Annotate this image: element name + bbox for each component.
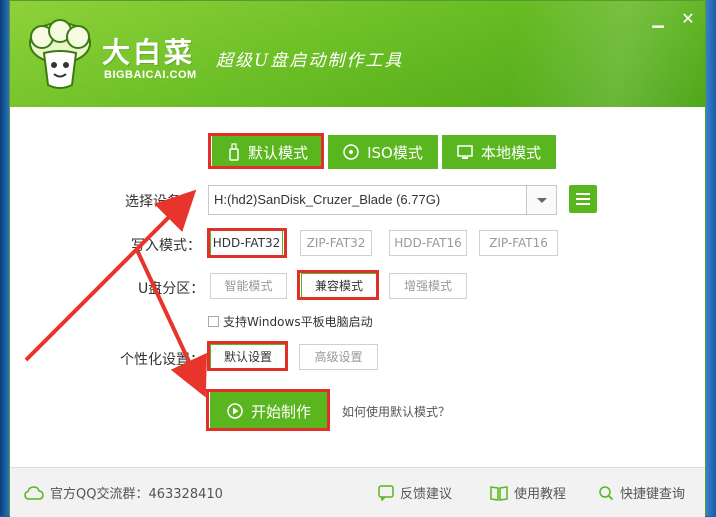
close-button[interactable]: ✕	[676, 7, 700, 31]
cloud-icon	[24, 485, 44, 500]
qq-group-text: 官方QQ交流群：463328410	[50, 487, 223, 502]
device-menu-button[interactable]	[569, 185, 597, 213]
start-button[interactable]: 开始制作	[210, 392, 328, 430]
search-icon	[599, 485, 614, 500]
tutorial-label: 使用教程	[514, 487, 567, 502]
usb-icon	[229, 143, 239, 161]
windows-tablet-label: 支持Windows平板电脑启动	[223, 315, 373, 329]
tab-local-label: 本地模式	[480, 143, 541, 162]
write-mode-hdd-fat32[interactable]: HDD-FAT32	[210, 230, 283, 256]
disc-icon	[343, 144, 359, 160]
personalize-default[interactable]: 默认设置	[210, 344, 286, 370]
app-window: 大白菜 BIGBAICAI.COM 超级U盘启动制作工具 ▁ ✕ 默认模式 IS…	[9, 0, 706, 517]
help-link[interactable]: 如何使用默认模式？	[342, 403, 450, 420]
brand-name: 大白菜	[102, 36, 196, 69]
book-icon	[490, 485, 508, 501]
device-select[interactable]: H:(hd2)SanDisk_Cruzer_Blade (6.77G)	[208, 185, 557, 215]
footer: 官方QQ交流群：463328410 反馈建议 使用教程 快捷键查询	[10, 467, 705, 517]
write-mode-zip-fat32[interactable]: ZIP-FAT32	[300, 230, 372, 256]
shortcut-query-link[interactable]: 快捷键查询	[598, 483, 685, 502]
feedback-label: 反馈建议	[400, 487, 453, 502]
write-mode-hdd-fat16[interactable]: HDD-FAT16	[389, 230, 467, 256]
personalize-label: 个性化设置：	[120, 352, 204, 368]
partition-enhanced[interactable]: 增强模式	[389, 273, 467, 299]
partition-label: U盘分区：	[138, 281, 205, 297]
tutorial-link[interactable]: 使用教程	[490, 483, 566, 502]
tab-default-label: 默认模式	[247, 143, 308, 162]
play-icon	[227, 403, 243, 419]
start-button-label: 开始制作	[250, 402, 311, 421]
slogan: 超级U盘启动制作工具	[216, 51, 404, 71]
partition-smart[interactable]: 智能模式	[210, 273, 287, 299]
partition-compatible[interactable]: 兼容模式	[301, 273, 377, 299]
mascot-logo-icon	[29, 19, 91, 89]
device-value: H:(hd2)SanDisk_Cruzer_Blade (6.77G)	[214, 192, 441, 207]
monitor-icon	[457, 145, 473, 159]
tab-local-mode[interactable]: 本地模式	[442, 135, 556, 169]
minimize-button[interactable]: ▁	[646, 7, 670, 31]
tab-iso-mode[interactable]: ISO模式	[328, 135, 438, 169]
title-banner: 大白菜 BIGBAICAI.COM 超级U盘启动制作工具 ▁ ✕	[10, 1, 705, 107]
windows-tablet-checkbox[interactable]	[208, 316, 219, 327]
write-mode-label: 写入模式：	[131, 238, 201, 254]
feedback-link[interactable]: 反馈建议	[378, 483, 452, 502]
tab-iso-label: ISO模式	[367, 143, 423, 162]
write-mode-zip-fat16[interactable]: ZIP-FAT16	[479, 230, 558, 256]
shortcut-query-label: 快捷键查询	[620, 487, 686, 502]
personalize-advanced[interactable]: 高级设置	[299, 344, 378, 370]
feedback-icon	[378, 484, 394, 501]
device-label: 选择设备：	[125, 194, 195, 210]
qq-group-info: 官方QQ交流群：463328410	[24, 483, 223, 502]
windows-tablet-option[interactable]: 支持Windows平板电脑启动	[208, 313, 373, 330]
brand-url: BIGBAICAI.COM	[104, 69, 197, 81]
tab-default-mode[interactable]: 默认模式	[212, 135, 324, 169]
chevron-down-icon[interactable]	[526, 186, 556, 214]
